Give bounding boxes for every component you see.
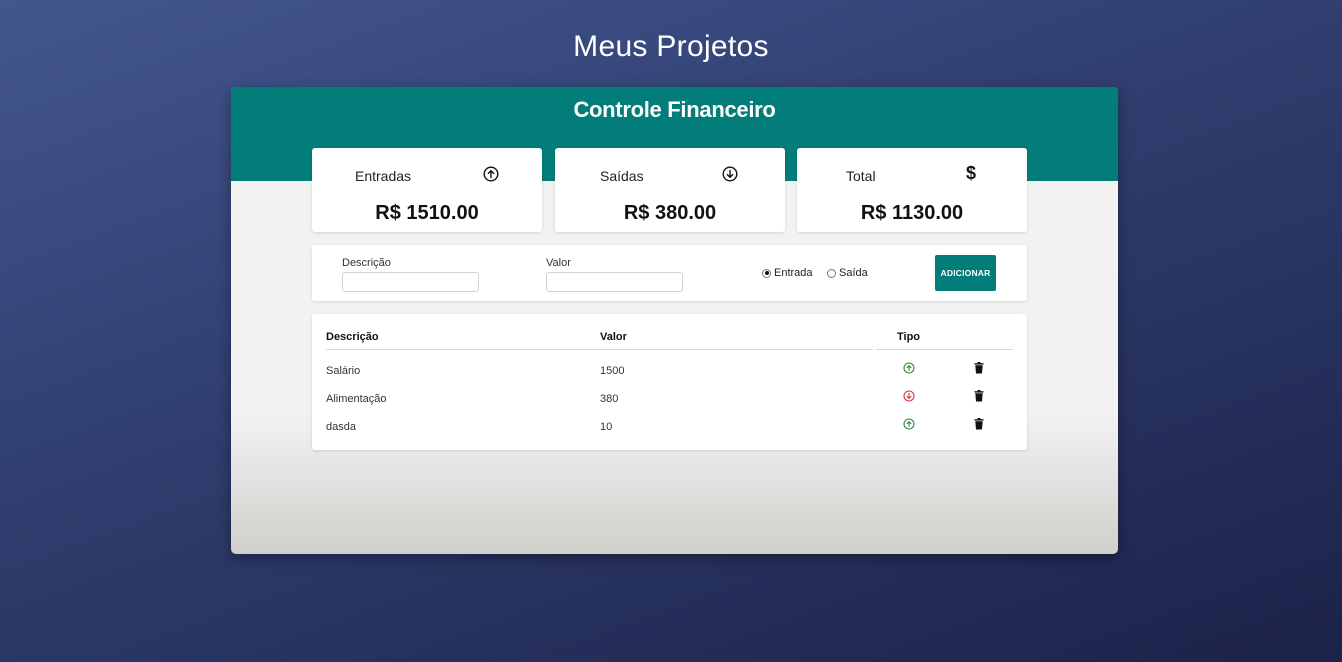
project-card: Controle Financeiro Entradas R$ 1510.00 … xyxy=(231,87,1118,554)
summary-amount-saidas: R$ 380.00 xyxy=(623,202,717,224)
expense-arrow-down-icon xyxy=(903,390,915,402)
income-arrow-up-icon xyxy=(903,362,915,374)
income-arrow-up-icon xyxy=(903,418,915,430)
header-divider xyxy=(326,349,873,350)
radio-saida-label: Saída xyxy=(839,267,868,279)
summary-label-entradas: Entradas xyxy=(355,168,412,184)
radio-saida-option[interactable]: Saída xyxy=(827,267,868,279)
trash-icon[interactable] xyxy=(974,390,984,402)
row-valor: 10 xyxy=(600,421,613,433)
header-tipo: Tipo xyxy=(897,331,921,343)
summary-amount-total: R$ 1130.00 xyxy=(860,202,964,224)
summary-card-total: Total $ R$ 1130.00 xyxy=(797,148,1027,232)
row-valor: 1500 xyxy=(600,365,625,377)
add-button[interactable]: ADICIONAR xyxy=(935,255,996,291)
radio-entrada-label: Entrada xyxy=(774,267,813,279)
radio-saida[interactable] xyxy=(827,268,836,278)
trash-icon[interactable] xyxy=(974,418,984,430)
transactions-table: Descrição Valor Tipo Salário 1500 Alimen… xyxy=(312,314,1027,450)
dollar-icon: $ xyxy=(965,163,976,183)
row-valor: 380 xyxy=(600,393,619,405)
arrow-down-circle-icon xyxy=(722,166,738,182)
valor-input[interactable] xyxy=(546,272,683,292)
radio-entrada-option[interactable]: Entrada xyxy=(762,267,813,279)
header-divider xyxy=(876,349,1013,350)
descricao-input[interactable] xyxy=(342,272,479,292)
descricao-label: Descrição xyxy=(342,257,391,269)
app-title: Controle Financeiro xyxy=(573,97,776,122)
page-title: Meus Projetos xyxy=(573,30,769,63)
radio-entrada[interactable] xyxy=(762,268,771,278)
row-descricao: Alimentação xyxy=(326,393,387,405)
summary-card-saidas: Saídas R$ 380.00 xyxy=(555,148,785,232)
header-descricao: Descrição xyxy=(326,331,379,343)
valor-label: Valor xyxy=(546,257,571,269)
summary-label-saidas: Saídas xyxy=(600,168,644,184)
summary-label-total: Total xyxy=(846,168,876,184)
summary-amount-entradas: R$ 1510.00 xyxy=(375,202,479,224)
transaction-form: Descrição Valor Entrada Saída ADICIONAR xyxy=(312,245,1027,301)
trash-icon[interactable] xyxy=(974,362,984,374)
arrow-up-circle-icon xyxy=(483,166,499,182)
row-descricao: Salário xyxy=(326,365,361,377)
header-valor: Valor xyxy=(600,331,627,343)
summary-card-entradas: Entradas R$ 1510.00 xyxy=(312,148,542,232)
row-descricao: dasda xyxy=(326,421,356,433)
